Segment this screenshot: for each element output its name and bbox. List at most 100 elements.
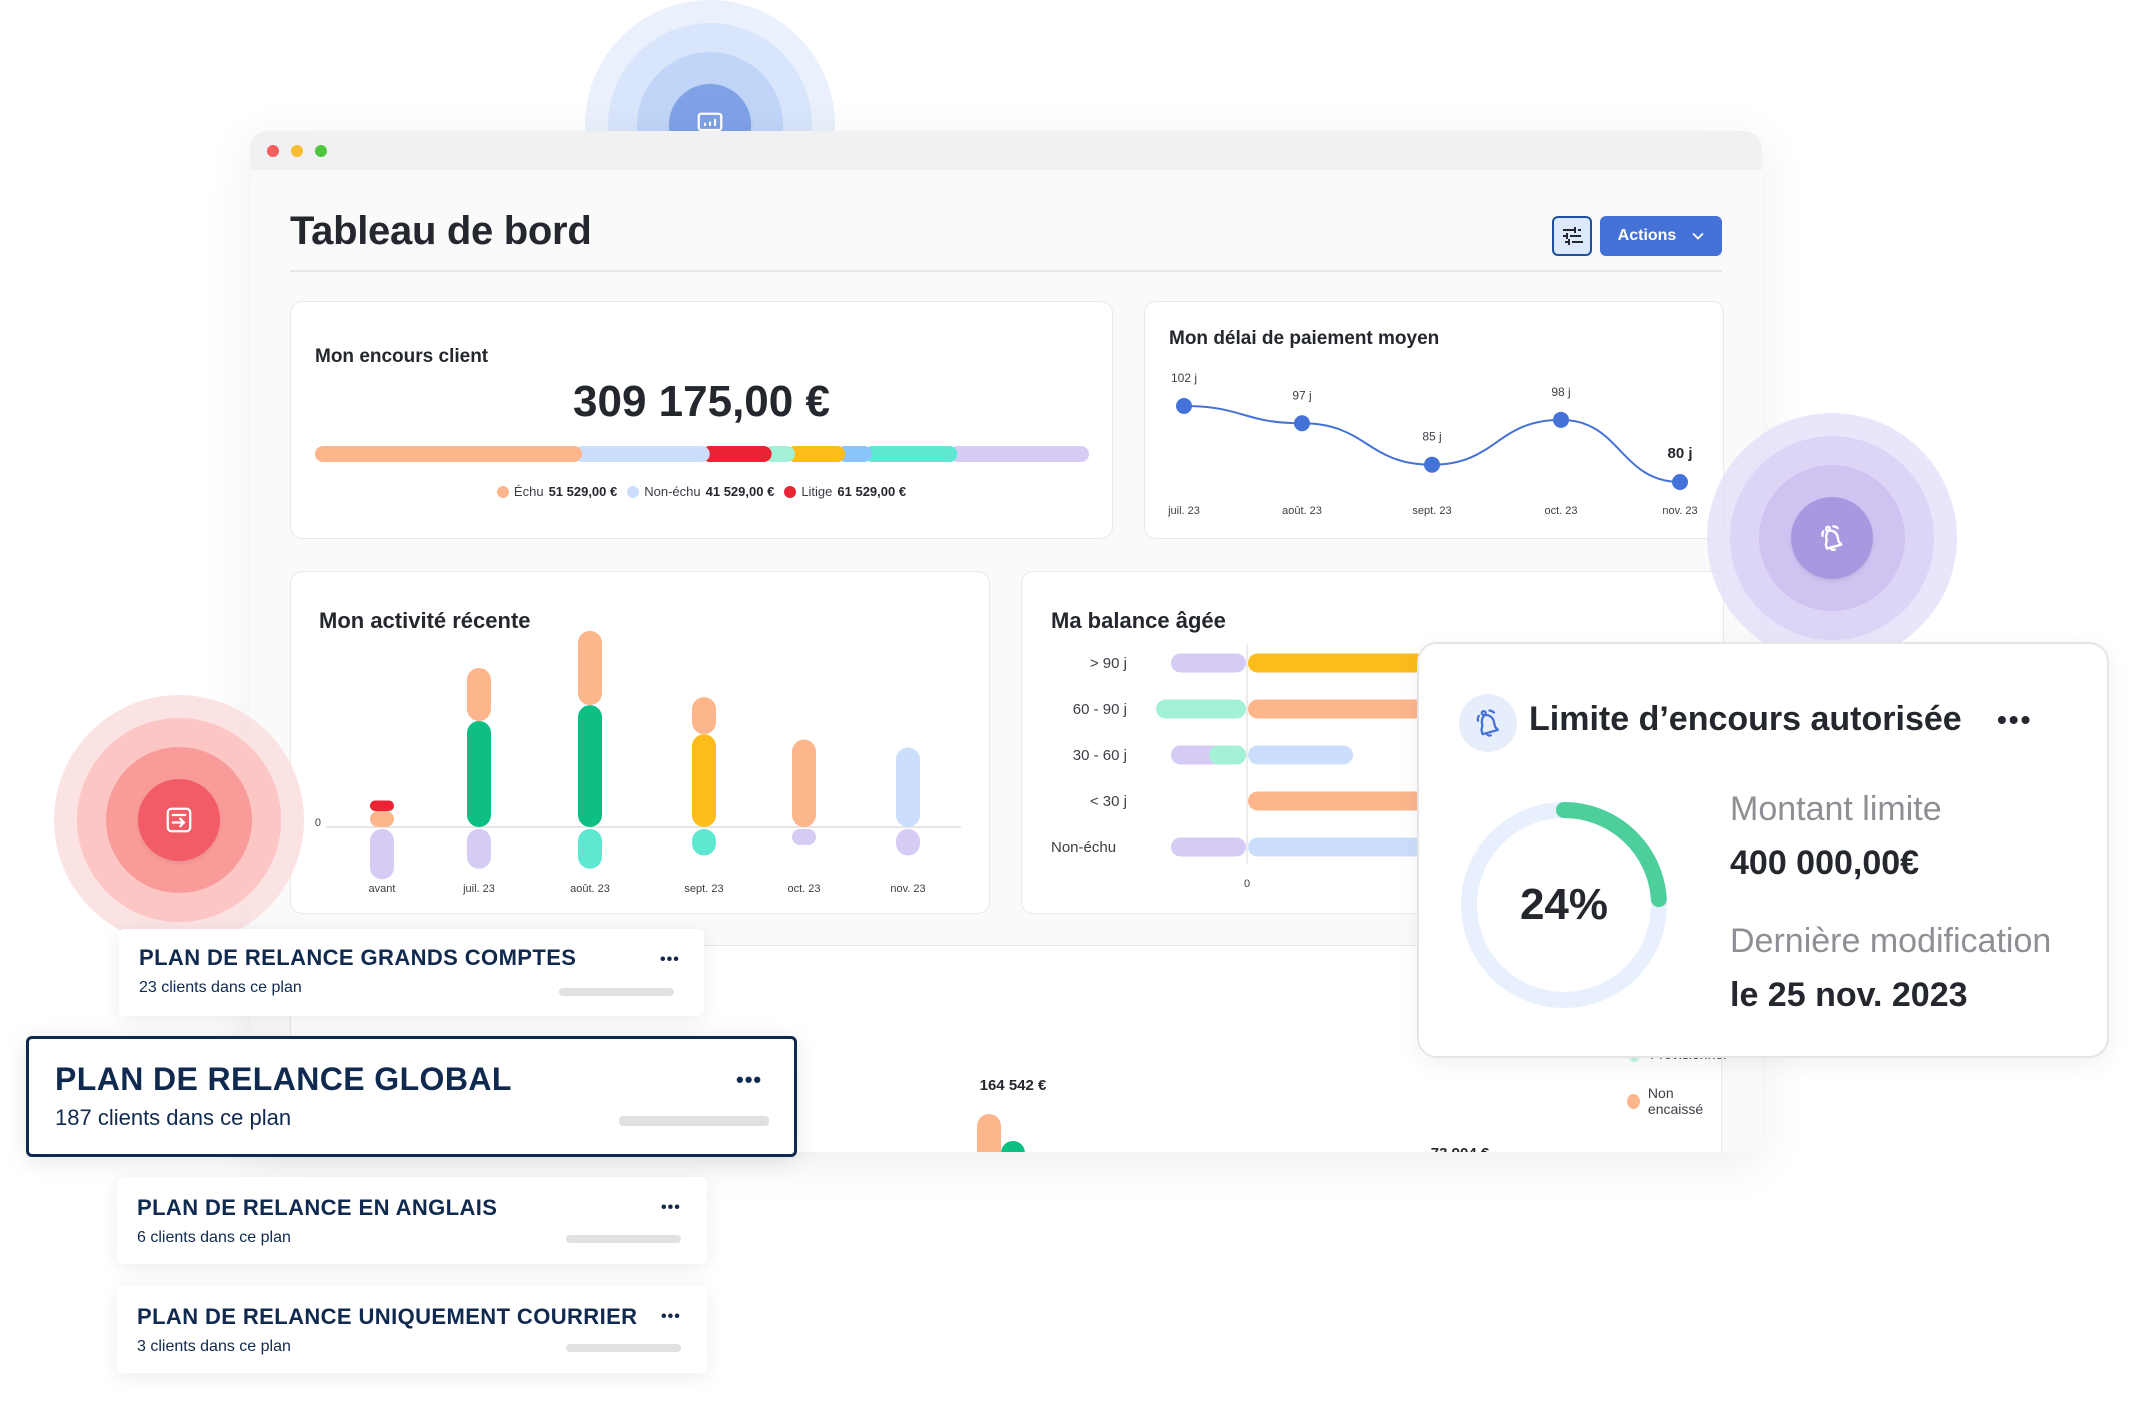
- activity-x-tick: juil. 23: [462, 883, 495, 895]
- delai-x-tick: oct. 23: [1544, 505, 1577, 517]
- credit-usage-percent: 24%: [1519, 880, 1609, 929]
- balance-bar-positive: [1248, 653, 1438, 673]
- credit-limit-title: Limite d’encours autorisée: [1529, 700, 1962, 738]
- payment-delay-card: Mon délai de paiement moyen 102 j juil. 2…: [1144, 301, 1724, 539]
- delai-value-label: 80 j: [1667, 445, 1692, 462]
- bell-ringing-icon: [1821, 525, 1843, 551]
- plan-title: PLAN DE RELANCE EN ANGLAIS: [137, 1195, 498, 1220]
- actions-dropdown-button[interactable]: Actions: [1600, 216, 1722, 256]
- last-modified-value: le 25 nov. 2023: [1730, 976, 1968, 1014]
- export-badge-core: [138, 779, 220, 861]
- page-title: Tableau de bord: [290, 209, 592, 253]
- legend-dot: [784, 485, 797, 498]
- plan-progress-placeholder: [559, 988, 674, 996]
- delai-point: [1672, 474, 1688, 490]
- activity-bar-negative: [578, 829, 602, 869]
- legend-value: 41 529,00 €: [705, 484, 775, 499]
- balance-category-label: > 90 j: [1090, 655, 1127, 672]
- plan-progress-placeholder: [566, 1344, 681, 1352]
- credit-limit-card: Limite d’encours autorisée ••• 24% Monta…: [1417, 642, 2109, 1058]
- alert-badge: [1707, 413, 1957, 663]
- activity-bar-positive: [896, 747, 920, 827]
- delai-point: [1424, 456, 1440, 473]
- plan-card-selected[interactable]: PLAN DE RELANCE GLOBAL 187 clients dans …: [26, 1036, 797, 1157]
- legend-label: Échu: [513, 484, 544, 499]
- balance-bar-positive: [1248, 791, 1438, 811]
- activity-bar-negative: [792, 829, 816, 845]
- plan-title: PLAN DE RELANCE GLOBAL: [55, 1061, 512, 1097]
- delai-value-label: 102 j: [1171, 371, 1197, 385]
- activity-bar-positive: [467, 721, 491, 827]
- plan-card[interactable]: PLAN DE RELANCE GRANDS COMPTES 23 client…: [119, 929, 704, 1016]
- delai-x-tick: juil. 23: [1167, 505, 1200, 517]
- filter-settings-button[interactable]: [1552, 216, 1592, 256]
- legend-value: 61 529,00 €: [837, 484, 907, 499]
- plan-card[interactable]: PLAN DE RELANCE UNIQUEMENT COURRIER 3 cl…: [117, 1286, 707, 1373]
- activity-x-tick: sept. 23: [684, 883, 723, 895]
- minimize-window-button[interactable]: [291, 144, 303, 157]
- activity-bar-negative: [896, 829, 920, 856]
- bell-ringing-icon: [1476, 709, 1500, 737]
- plan-more-button[interactable]: •••: [660, 951, 680, 969]
- cash-bar-non-encaisse: [977, 1114, 1001, 1152]
- encours-segment-segment-5: [786, 446, 846, 462]
- limit-amount-label: Montant limite: [1730, 790, 1942, 828]
- balance-bar-negative: [1171, 837, 1246, 857]
- plan-more-button[interactable]: •••: [661, 1199, 681, 1217]
- plan-card[interactable]: PLAN DE RELANCE EN ANGLAIS 6 clients dan…: [117, 1177, 707, 1264]
- legend-label: Litige: [801, 484, 833, 499]
- delai-point: [1176, 398, 1192, 414]
- balance-bar-positive: [1248, 837, 1438, 857]
- delai-x-tick: août. 23: [1282, 505, 1322, 517]
- plan-title: PLAN DE RELANCE UNIQUEMENT COURRIER: [137, 1304, 638, 1329]
- x-zero-label: 0: [1244, 878, 1250, 890]
- encours-segment-segment-8: [949, 446, 1089, 462]
- plan-title: PLAN DE RELANCE GRANDS COMPTES: [139, 945, 577, 970]
- encours-legend: Échu 51 529,00 € Non-échu 41 529,00 € Li…: [291, 484, 1112, 499]
- activity-bar-positive: [370, 811, 394, 827]
- activity-bar-positive: [370, 800, 394, 812]
- activity-x-tick: avant: [369, 883, 396, 895]
- sliders-icon: [1563, 227, 1583, 245]
- legend-dot: [1627, 1093, 1640, 1109]
- encours-segment-litige: [701, 446, 772, 462]
- plan-more-button[interactable]: •••: [736, 1067, 762, 1093]
- encours-stacked-bar: [315, 446, 1089, 462]
- maximize-window-button[interactable]: [315, 144, 327, 157]
- encours-total: 309 175,00 €: [573, 377, 830, 426]
- activity-bar-negative: [692, 829, 716, 856]
- activity-bar-negative: [370, 829, 394, 880]
- activity-bar-negative: [467, 829, 491, 869]
- cash-value-label: 164 542 €: [980, 1077, 1047, 1094]
- activity-bar-positive: [578, 705, 602, 827]
- chevron-down-icon: [1692, 232, 1704, 240]
- plan-client-count: 3 clients dans ce plan: [137, 1338, 291, 1355]
- close-window-button[interactable]: [267, 144, 279, 157]
- legend-item-non-echu: Non-échu 41 529,00 €: [627, 484, 774, 499]
- recent-activity-card: Mon activité récente 0 avant juil. 23 août.…: [290, 571, 990, 914]
- encours-title: Mon encours client: [315, 346, 489, 367]
- cash-bar-encaisse: [1001, 1141, 1025, 1152]
- balance-bar-negative: [1156, 699, 1246, 719]
- plan-more-button[interactable]: •••: [661, 1308, 681, 1326]
- activity-x-tick: août. 23: [570, 883, 610, 895]
- legend-label: Non encaissé: [1647, 1085, 1704, 1117]
- delai-point: [1553, 411, 1569, 428]
- encours-segment-non-chu: [574, 446, 710, 462]
- delai-value-label: 98 j: [1551, 385, 1570, 399]
- balance-category-label: 30 - 60 j: [1073, 747, 1127, 764]
- activity-bar-positive: [467, 668, 491, 721]
- legend-value: 51 529,00 €: [548, 484, 618, 499]
- more-options-button[interactable]: •••: [1997, 704, 2032, 736]
- encours-card: Mon encours client 309 175,00 € Échu 51 …: [290, 301, 1113, 539]
- encours-segment--chu: [315, 446, 583, 462]
- delai-value-label: 97 j: [1292, 388, 1311, 402]
- plan-client-count: 187 clients dans ce plan: [55, 1105, 292, 1130]
- title-bar: [250, 131, 1762, 170]
- activity-bar-positive: [692, 734, 716, 827]
- delai-point: [1294, 415, 1310, 432]
- encours-segment-segment-7: [864, 446, 958, 462]
- limit-amount-value: 400 000,00€: [1730, 844, 1920, 882]
- balance-bar-negative: [1209, 745, 1246, 765]
- last-modified-label: Dernière modification: [1730, 922, 2052, 960]
